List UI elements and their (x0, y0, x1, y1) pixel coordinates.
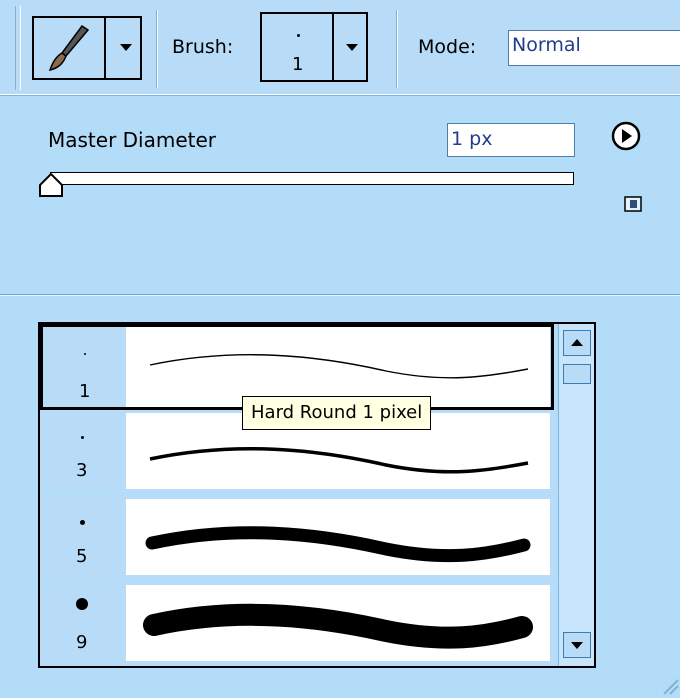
brush-tip-dot (80, 520, 85, 525)
master-diameter-input[interactable]: 1 px (447, 123, 575, 157)
resize-grip-icon[interactable] (660, 676, 680, 696)
slider-thumb[interactable] (38, 172, 64, 198)
scroll-thumb[interactable] (563, 364, 591, 384)
stroke-preview (126, 327, 550, 407)
tool-preset-picker[interactable] (32, 16, 142, 80)
chevron-down-icon[interactable] (120, 44, 132, 51)
chevron-down-icon (571, 642, 583, 649)
play-arrow-menu-icon[interactable] (610, 120, 642, 152)
options-toolbar: Brush: 1 Mode: Normal (0, 0, 680, 96)
master-diameter-label: Master Diameter (48, 128, 217, 152)
brush-size: 9 (76, 632, 88, 653)
master-diameter-slider[interactable] (50, 172, 574, 185)
brush-tip-dot (81, 436, 84, 439)
scroll-down-button[interactable] (563, 632, 591, 658)
list-scrollbar[interactable] (558, 324, 594, 666)
brush-picker[interactable]: 1 (260, 12, 368, 82)
brush-size: 3 (76, 460, 88, 481)
scroll-up-button[interactable] (563, 330, 591, 356)
brush-size-label: 1 (292, 54, 304, 75)
brush-label: Brush: (172, 36, 234, 58)
section-divider (0, 294, 680, 295)
stroke-preview (126, 585, 550, 661)
stroke-preview (126, 499, 550, 575)
brush-tool-icon (48, 24, 90, 72)
brush-tooltip: Hard Round 1 pixel (242, 396, 432, 430)
brush-tip-dot (76, 598, 88, 610)
brush-preset-list[interactable]: 1 3 5 9 (38, 322, 596, 668)
brush-row-5[interactable]: 5 (40, 496, 554, 578)
mode-label: Mode: (418, 36, 477, 58)
brush-row-9[interactable]: 9 (40, 582, 554, 664)
brush-tip-dot (84, 353, 86, 355)
brush-size: 5 (76, 546, 88, 567)
brush-size: 1 (79, 381, 91, 402)
mode-select[interactable]: Normal (508, 30, 680, 66)
toolbar-grip[interactable] (15, 6, 21, 90)
brush-tip-preview (297, 34, 300, 37)
new-preset-icon[interactable] (624, 196, 642, 212)
chevron-down-icon[interactable] (346, 44, 358, 51)
chevron-up-icon (571, 339, 583, 346)
